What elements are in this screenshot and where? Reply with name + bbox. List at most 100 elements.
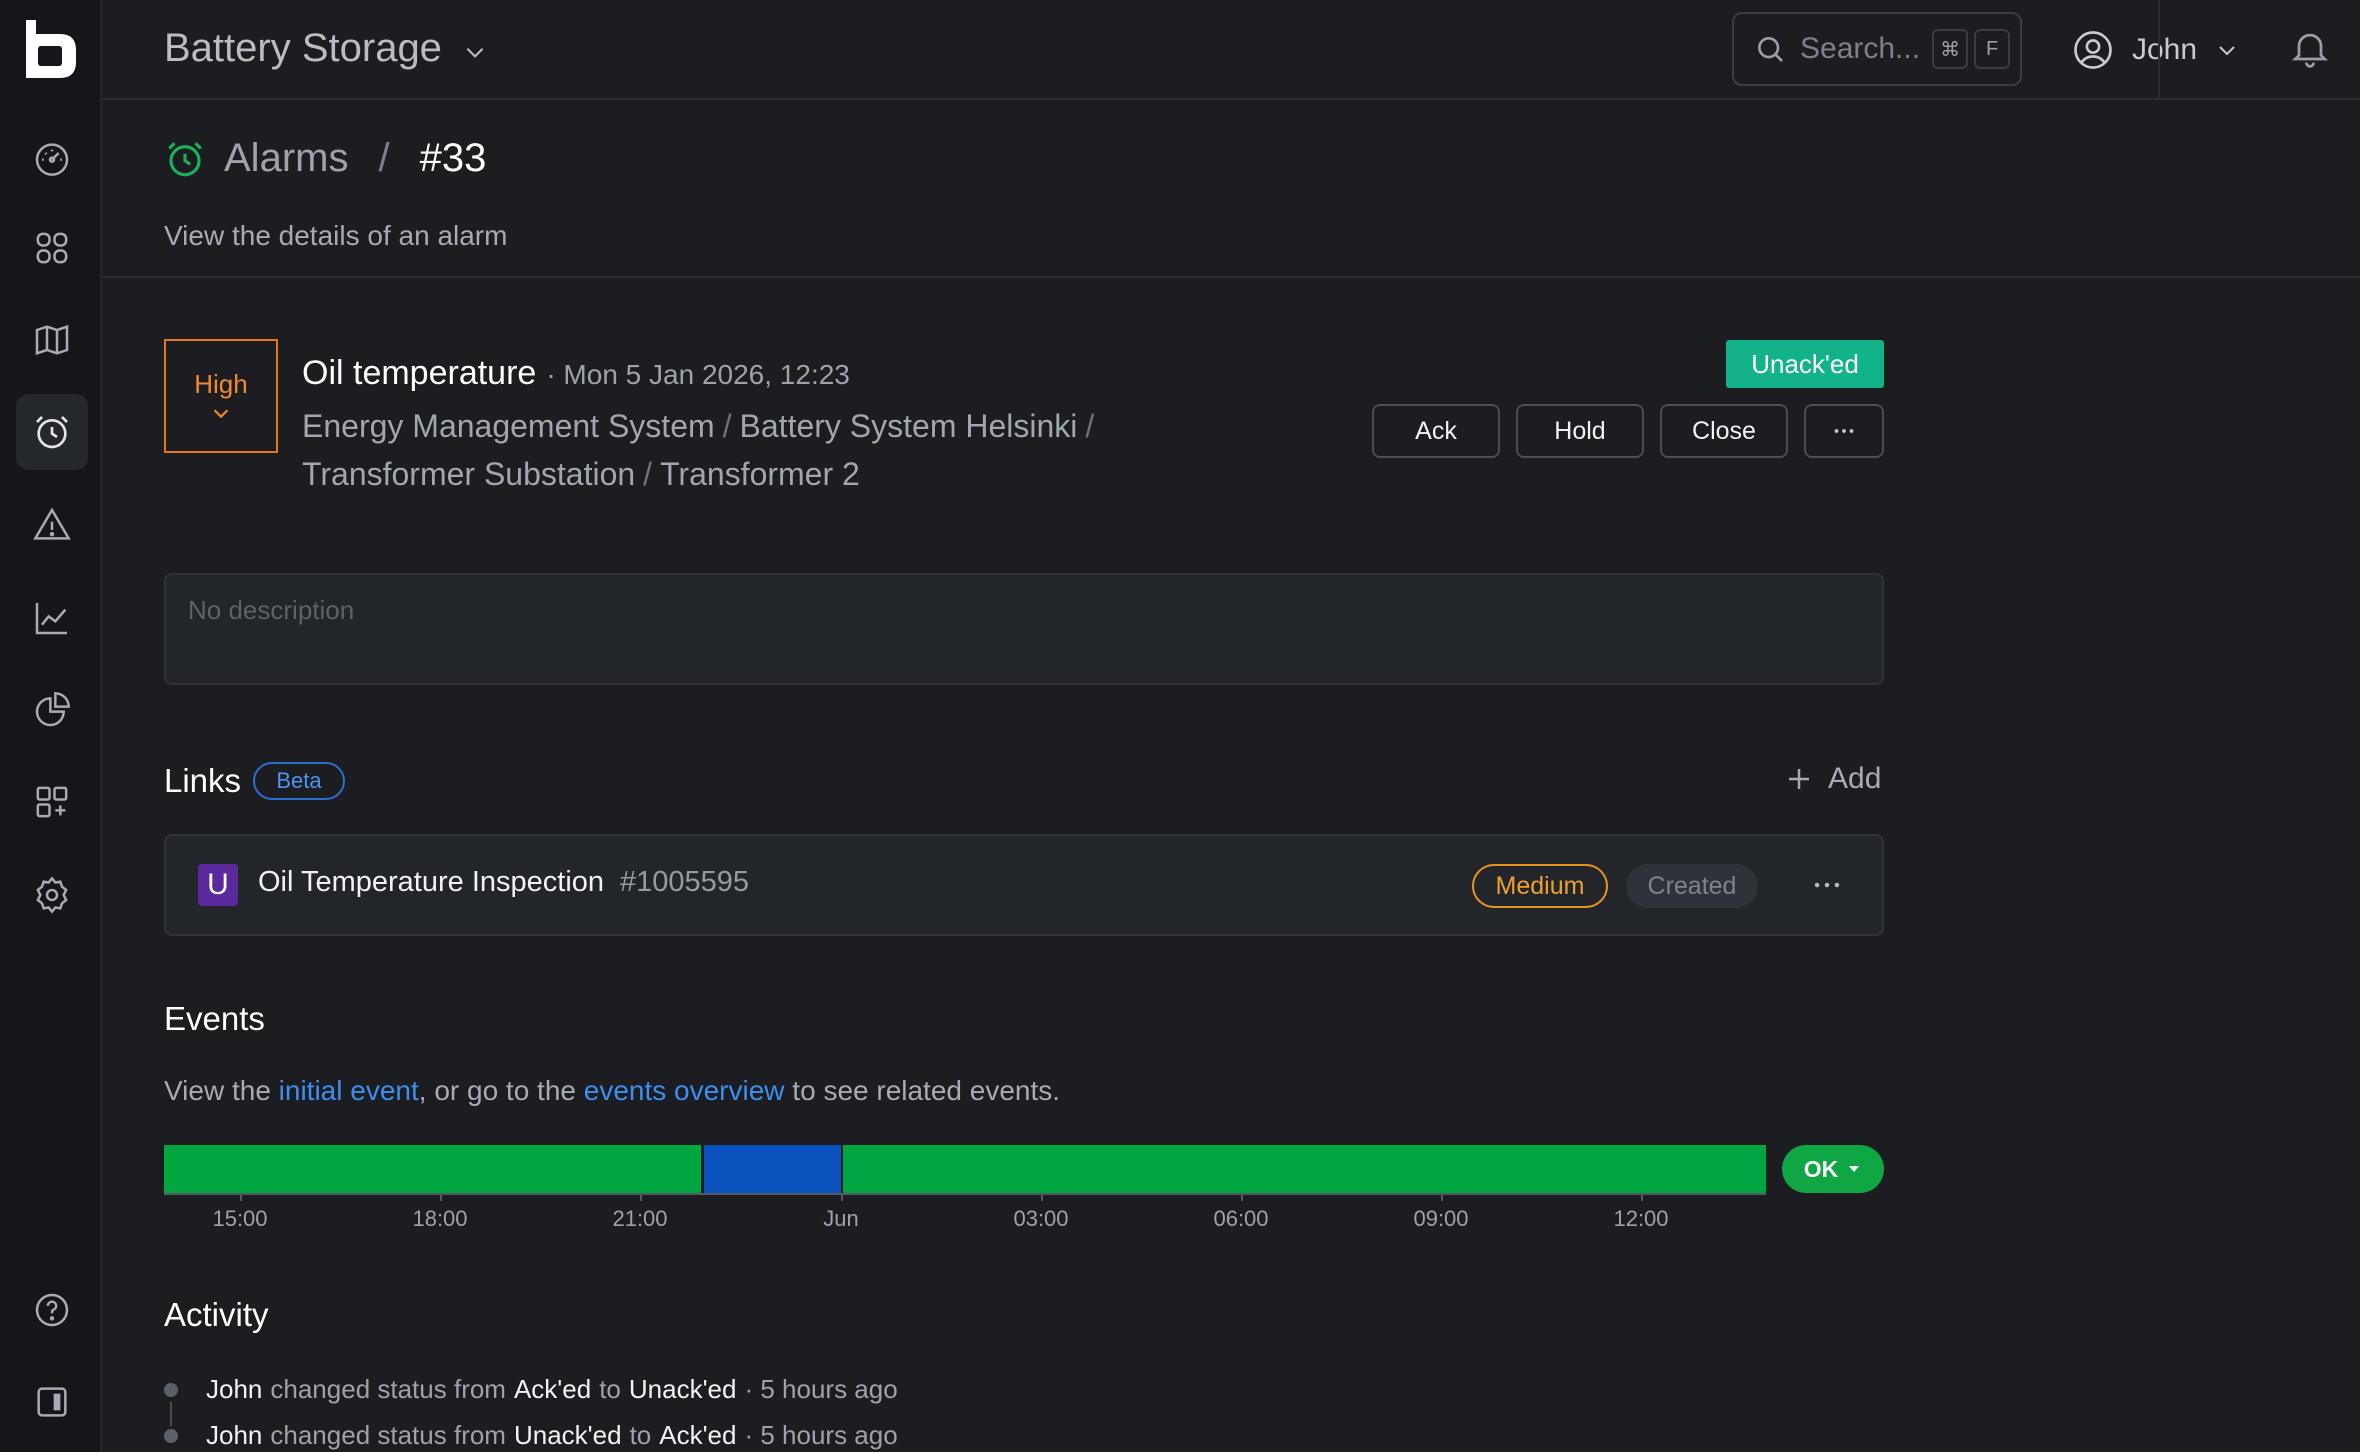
beta-badge: Beta bbox=[253, 762, 345, 800]
initial-event-link[interactable]: initial event bbox=[279, 1075, 419, 1106]
timeline-tick bbox=[1041, 1193, 1043, 1201]
path-separator: / bbox=[722, 408, 732, 444]
nav-dashboard-icon[interactable] bbox=[16, 120, 88, 196]
path-segment[interactable]: Transformer Substation bbox=[302, 456, 635, 492]
more-actions-button[interactable] bbox=[1804, 404, 1884, 458]
chevron-down-icon bbox=[213, 408, 229, 418]
path-segment[interactable]: Battery System Helsinki bbox=[740, 408, 1078, 444]
timeline-tick-label: 06:00 bbox=[1213, 1206, 1269, 1231]
breadcrumb: Alarms / #33 bbox=[164, 136, 486, 181]
link-title[interactable]: Oil Temperature Inspection bbox=[258, 866, 604, 899]
nav-trends-icon[interactable] bbox=[16, 580, 88, 656]
chevron-down-icon bbox=[2219, 46, 2235, 56]
nav-help-icon[interactable] bbox=[16, 1272, 88, 1348]
activity-heading: Activity bbox=[164, 1296, 269, 1333]
events-description: View the initial event, or go to the eve… bbox=[164, 1075, 1060, 1107]
user-avatar-icon bbox=[2074, 31, 2112, 69]
timeline-tick bbox=[841, 1193, 843, 1201]
activity-to-word: to bbox=[629, 1420, 652, 1450]
nav-map-icon[interactable] bbox=[16, 302, 88, 378]
link-id: #1005595 bbox=[620, 866, 750, 898]
events-text: , or go to the bbox=[418, 1075, 584, 1106]
state-label: OK bbox=[1803, 1155, 1839, 1182]
plus-icon bbox=[1789, 769, 1809, 789]
alarm-title-row: Oil temperature · Mon 5 Jan 2026, 12:23 bbox=[302, 354, 850, 393]
event-timeline[interactable] bbox=[164, 1145, 1766, 1201]
breadcrumb-separator: / bbox=[378, 136, 390, 180]
page-subtitle: View the details of an alarm bbox=[164, 220, 508, 251]
top-bar: Battery Storage Search... ⌘ F John bbox=[102, 0, 2360, 100]
status-badge: Unack'ed bbox=[1726, 340, 1884, 388]
breadcrumb-alarms-link[interactable]: Alarms bbox=[224, 136, 348, 181]
path-segment[interactable]: Transformer 2 bbox=[660, 456, 860, 492]
description-field[interactable]: No description bbox=[164, 573, 1884, 685]
app-title: Battery Storage bbox=[164, 26, 442, 70]
timeline-tick bbox=[1241, 1193, 1243, 1201]
description-placeholder: No description bbox=[188, 595, 355, 625]
activity-verb: changed status from bbox=[270, 1420, 506, 1450]
topbar-divider bbox=[2158, 0, 2160, 100]
activity-item: John changed status from Ack'ed to Unack… bbox=[164, 1374, 898, 1405]
severity-selector[interactable]: High bbox=[164, 339, 278, 453]
timeline-tick bbox=[1641, 1193, 1643, 1201]
path-segment[interactable]: Energy Management System bbox=[302, 408, 715, 444]
user-menu[interactable]: John bbox=[2072, 22, 2239, 78]
events-overview-link[interactable]: events overview bbox=[584, 1075, 785, 1106]
timeline-segment-ok[interactable] bbox=[843, 1145, 1766, 1193]
search-input[interactable]: Search... ⌘ F bbox=[1732, 12, 2022, 86]
more-dots-icon bbox=[1834, 429, 1854, 433]
state-dropdown[interactable]: OK bbox=[1782, 1145, 1884, 1193]
timeline-tick-label: 09:00 bbox=[1413, 1206, 1469, 1231]
add-link-label: Add bbox=[1828, 762, 1882, 795]
timeline-tick bbox=[1441, 1193, 1443, 1201]
link-state-badge: Created bbox=[1626, 864, 1758, 908]
nav-warnings-icon[interactable] bbox=[16, 487, 88, 563]
nav-settings-icon[interactable] bbox=[16, 857, 88, 933]
alarm-title: Oil temperature bbox=[302, 354, 537, 392]
activity-from: Ack'ed bbox=[513, 1374, 592, 1404]
nav-add-widget-icon[interactable] bbox=[16, 764, 88, 840]
activity-to: Unack'ed bbox=[628, 1374, 737, 1404]
severity-label: High bbox=[194, 368, 248, 399]
timeline-tick bbox=[440, 1193, 442, 1201]
activity-to-word: to bbox=[599, 1374, 621, 1404]
hold-button[interactable]: Hold bbox=[1516, 404, 1644, 458]
timeline-tick bbox=[240, 1193, 242, 1201]
header-divider bbox=[102, 276, 2360, 278]
activity-user[interactable]: John bbox=[206, 1420, 262, 1451]
activity-verb: changed status from bbox=[270, 1374, 506, 1404]
nav-apps-icon[interactable] bbox=[16, 210, 88, 286]
timeline-tick-label: 15:00 bbox=[212, 1206, 268, 1231]
events-heading: Events bbox=[164, 1000, 265, 1037]
add-link-button[interactable]: Add bbox=[1784, 762, 1881, 796]
timeline-axis bbox=[164, 1193, 1766, 1195]
app-switcher[interactable]: Battery Storage bbox=[164, 26, 488, 71]
search-placeholder: Search... bbox=[1800, 32, 1921, 65]
shortcut-key-f: F bbox=[1974, 29, 2011, 69]
nav-collapse-sidebar-icon[interactable] bbox=[16, 1364, 88, 1440]
alarm-clock-icon bbox=[168, 141, 202, 176]
shortcut-key-cmd: ⌘ bbox=[1932, 29, 1969, 69]
alarm-timestamp: · Mon 5 Jan 2026, 12:23 bbox=[546, 359, 850, 390]
ack-button[interactable]: Ack bbox=[1372, 404, 1500, 458]
activity-dot bbox=[164, 1428, 178, 1443]
timeline-tick-label: 03:00 bbox=[1013, 1206, 1069, 1231]
notifications-bell-icon[interactable] bbox=[2288, 26, 2332, 70]
timeline-segment-ok[interactable] bbox=[164, 1145, 701, 1193]
close-button[interactable]: Close bbox=[1660, 404, 1788, 458]
app-logo-icon[interactable] bbox=[22, 18, 80, 80]
more-dots-icon[interactable] bbox=[1810, 868, 1844, 902]
link-item[interactable]: U Oil Temperature Inspection #1005595 Me… bbox=[164, 834, 1884, 936]
timeline-tick-label: 21:00 bbox=[612, 1206, 668, 1231]
priority-badge: Medium bbox=[1472, 864, 1608, 908]
activity-user[interactable]: John bbox=[206, 1374, 262, 1405]
nav-alarms-icon[interactable] bbox=[16, 394, 88, 470]
activity-time: · 5 hours ago bbox=[744, 1374, 898, 1404]
activity-item: John changed status from Unack'ed to Ack… bbox=[164, 1420, 898, 1451]
nav-reports-icon[interactable] bbox=[16, 672, 88, 748]
timeline-segment-acked[interactable] bbox=[704, 1145, 841, 1193]
links-heading: Links bbox=[164, 762, 242, 799]
timeline-tick bbox=[640, 1193, 642, 1201]
timeline-tick-label: 12:00 bbox=[1613, 1206, 1669, 1231]
timeline-tick-label: Jun bbox=[823, 1206, 859, 1231]
